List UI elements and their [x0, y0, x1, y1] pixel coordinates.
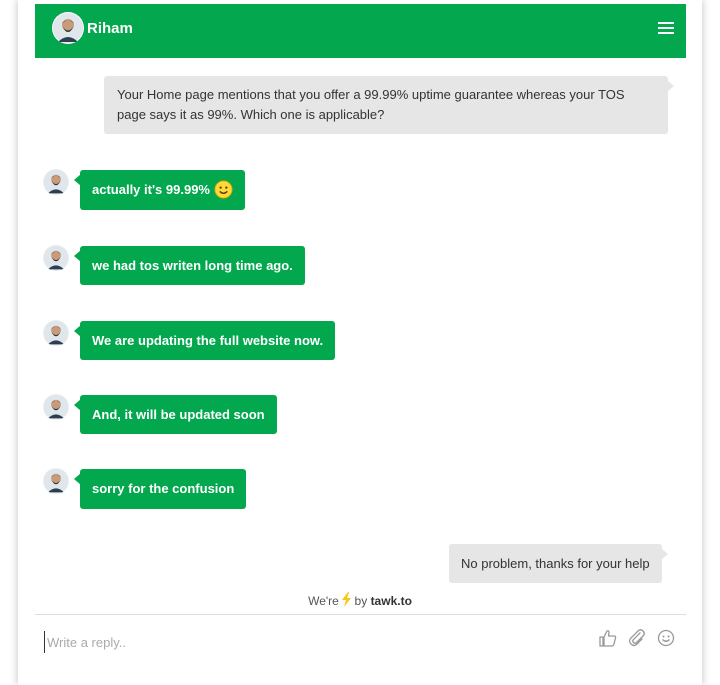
agent-message: we had tos writen long time ago. [74, 246, 305, 285]
emoji-icon[interactable] [656, 628, 676, 648]
agent-message: We are updating the full website now. [73, 321, 336, 360]
visitor-message: Your Home page mentions that you offer a… [104, 76, 674, 134]
reply-input[interactable] [44, 631, 529, 653]
branding[interactable]: We're by tawk.to [18, 592, 702, 608]
message-text: No problem, thanks for your help [461, 555, 650, 571]
smiley-icon [214, 179, 233, 199]
agent-avatar [43, 245, 69, 271]
message-text: sorry for the confusion [92, 481, 235, 496]
message-text: we had tos writen long time ago. [92, 257, 293, 273]
agent-message: actually it's 99.99% [74, 170, 245, 210]
divider [35, 614, 686, 615]
branding-brand: tawk.to [370, 594, 412, 608]
branding-prefix: We're [308, 594, 339, 608]
branding-by: by [354, 594, 368, 608]
message-text: actually it's 99.99% [92, 182, 210, 197]
message-text: Your Home page mentions that you offer a… [117, 87, 625, 122]
agent-message: sorry for the confusion [73, 469, 247, 509]
thumbs-up-icon[interactable] [598, 628, 618, 648]
lightning-icon [342, 592, 354, 608]
chat-widget: Riham Your Home page mentions that you o… [18, 0, 702, 685]
agent-message: And, it will be updated soon [74, 395, 277, 434]
agent-avatar [43, 394, 69, 420]
chat-header: Riham [35, 4, 686, 58]
agent-avatar [43, 320, 69, 346]
agent-avatar [43, 468, 69, 494]
visitor-message: No problem, thanks for your help [449, 544, 668, 583]
agent-avatar [43, 169, 69, 195]
message-text: We are updating the full website now. [92, 332, 324, 348]
paperclip-icon[interactable] [627, 628, 647, 648]
agent-name: Riham [87, 20, 133, 37]
agent-avatar [52, 12, 84, 44]
menu-icon[interactable] [658, 22, 674, 36]
message-text: And, it will be updated soon [92, 406, 265, 422]
